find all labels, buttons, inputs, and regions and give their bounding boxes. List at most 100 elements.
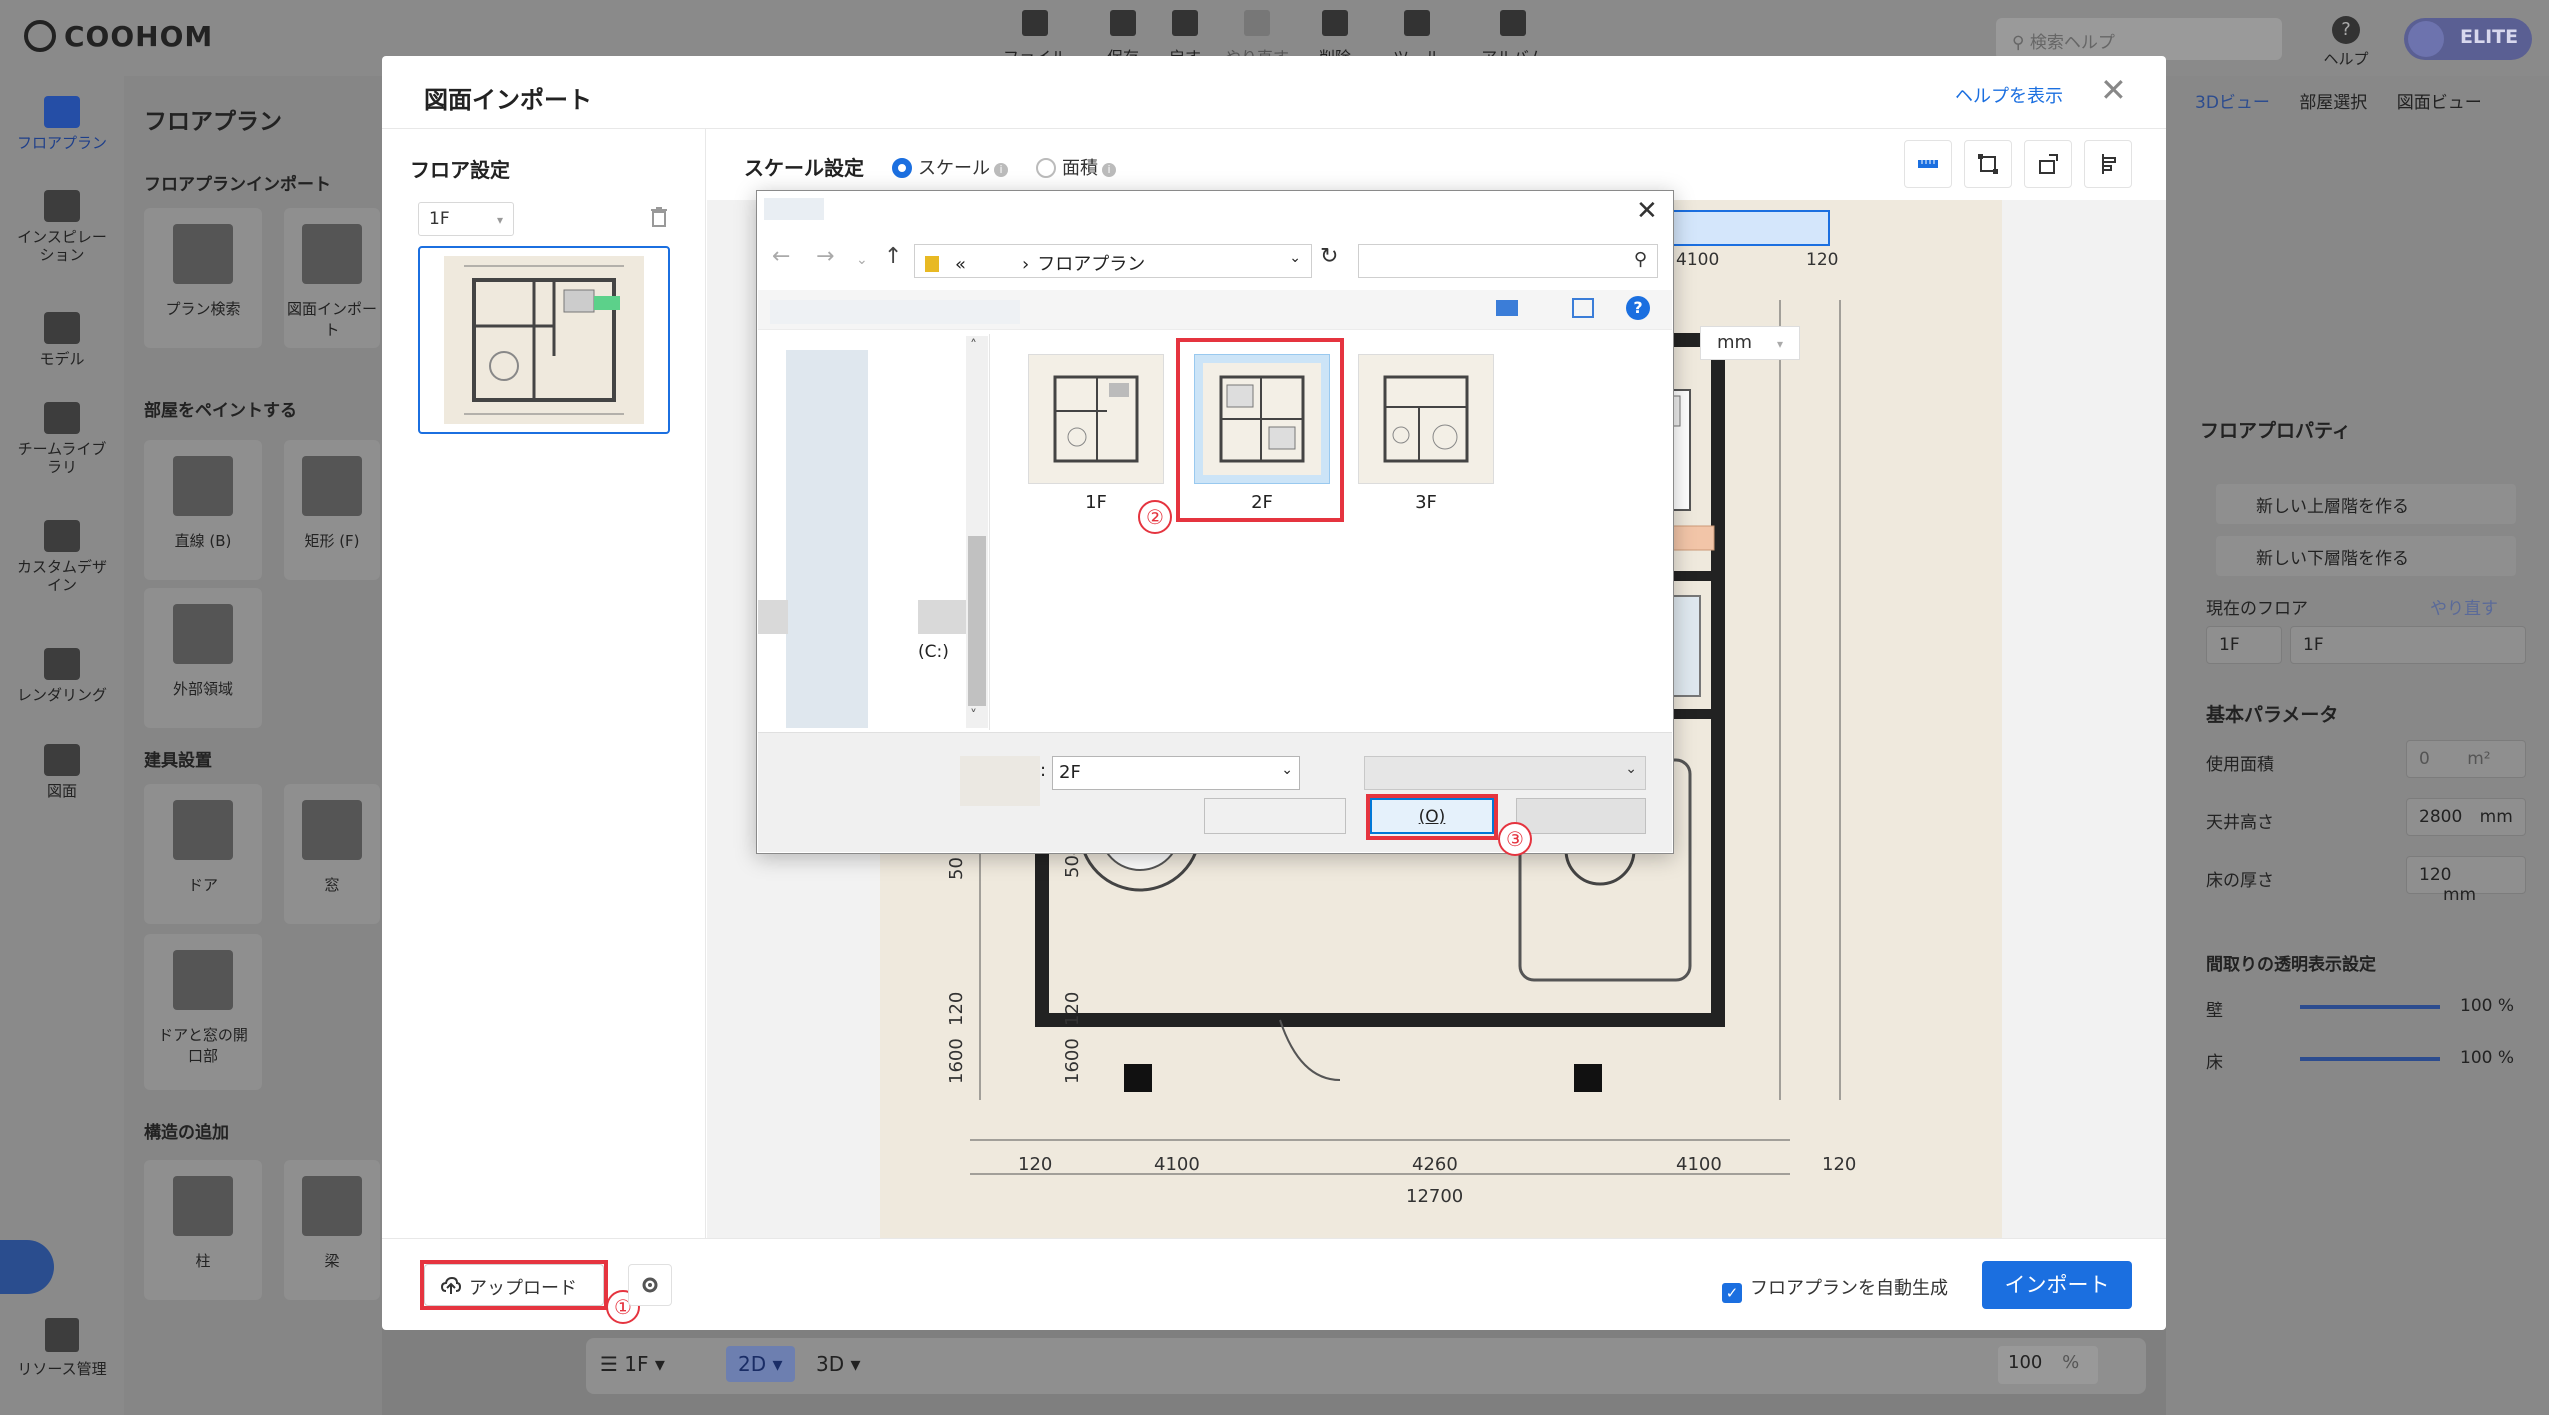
- file-search-input[interactable]: ⚲: [1358, 244, 1658, 278]
- album-icon: [1500, 10, 1526, 36]
- help-menu[interactable]: ? ヘルプ: [2316, 16, 2376, 69]
- radio-area[interactable]: 面積 i: [1036, 154, 1116, 180]
- up-arrow-icon[interactable]: ↑: [884, 244, 902, 269]
- zoom-input[interactable]: 100 %: [1998, 1346, 2098, 1384]
- preview-pane-icon[interactable]: [1572, 298, 1594, 318]
- close-icon[interactable]: ✕: [1636, 196, 1658, 226]
- path-folder[interactable]: フロアプラン: [1037, 254, 1145, 275]
- ruler-tool-button[interactable]: [1904, 140, 1952, 188]
- nav-custom-design[interactable]: カスタムデザイン: [0, 520, 124, 594]
- close-icon[interactable]: ✕: [2100, 74, 2127, 106]
- tile-opening[interactable]: ドアと窓の開口部: [144, 934, 262, 1090]
- ceiling-input[interactable]: 2800: [2419, 807, 2462, 827]
- help-link[interactable]: ヘルプを表示: [1955, 82, 2063, 108]
- unit-dropdown[interactable]: mm ▾: [1700, 326, 1800, 360]
- view-3d-button[interactable]: 3D ▾: [816, 1352, 861, 1376]
- tile-label: 図面インポート: [286, 300, 377, 339]
- view-options-icon[interactable]: [1496, 300, 1518, 316]
- forward-arrow-icon[interactable]: →: [816, 244, 834, 269]
- recent-dropdown-icon[interactable]: ⌄: [856, 252, 868, 268]
- trash-icon[interactable]: [650, 206, 668, 228]
- floor-thickness-input[interactable]: 120: [2419, 865, 2451, 885]
- floor-dropdown[interactable]: 1F ▾: [418, 202, 514, 236]
- view-label: 2D: [738, 1352, 767, 1376]
- tile-rect[interactable]: 矩形 (F): [284, 440, 380, 580]
- tile-line[interactable]: 直線 (B): [144, 440, 262, 580]
- file-item-1f[interactable]: 1F: [1028, 354, 1164, 513]
- annotation-box-2: [1176, 338, 1344, 522]
- back-arrow-icon[interactable]: ←: [772, 244, 790, 269]
- import-button[interactable]: インポート: [1982, 1261, 2132, 1309]
- file-type-dropdown[interactable]: ⌄: [1364, 756, 1646, 790]
- scroll-up-icon[interactable]: ˄: [970, 338, 977, 354]
- floor-name-input[interactable]: 1F: [2290, 626, 2526, 664]
- tools-button[interactable]: [1204, 798, 1346, 834]
- rotate-tool-button[interactable]: [2024, 140, 2072, 188]
- wall-value[interactable]: 100: [2460, 996, 2492, 1016]
- wall-slider[interactable]: [2300, 1005, 2440, 1009]
- tab-3d-view[interactable]: 3Dビュー: [2195, 93, 2270, 113]
- path-bar[interactable]: «› フロアプラン ⌄: [914, 244, 1312, 278]
- radio-scale[interactable]: スケール i: [892, 154, 1008, 180]
- scroll-down-icon[interactable]: ˅: [970, 708, 977, 724]
- filename-input[interactable]: 2F ⌄: [1052, 756, 1300, 790]
- help-icon[interactable]: ?: [1626, 296, 1650, 320]
- help-search-input[interactable]: ⚲ 検索ヘルプ: [1996, 18, 2282, 60]
- tile-door[interactable]: ドア: [144, 784, 262, 924]
- nav-inspiration[interactable]: インスピレーション: [0, 190, 124, 264]
- nav-resource-management[interactable]: リソース管理: [0, 1318, 124, 1379]
- tile-outer-area[interactable]: 外部領域: [144, 588, 262, 728]
- floor-select[interactable]: 1F: [2206, 626, 2282, 664]
- nav-team-library[interactable]: チームライブラリ: [0, 402, 124, 476]
- crop-tool-button[interactable]: [1964, 140, 2012, 188]
- nav-label: インスピレーション: [17, 228, 107, 264]
- tile-drawing-import[interactable]: 図面インポート: [284, 208, 380, 348]
- tile-label: ドアと窓の開口部: [158, 1026, 248, 1065]
- navigation-blurred: [786, 350, 868, 728]
- undo-icon: [1172, 10, 1198, 36]
- dim-left-50: 50: [946, 857, 967, 880]
- tile-beam[interactable]: 梁: [284, 1160, 380, 1300]
- cancel-button[interactable]: [1516, 798, 1646, 834]
- annotation-3: ③: [1498, 822, 1532, 856]
- outer-area-icon: [173, 604, 233, 664]
- scrollbar-thumb[interactable]: [968, 536, 986, 706]
- nav-rendering[interactable]: レンダリング: [0, 648, 124, 704]
- floor-thumbnail[interactable]: [418, 246, 670, 434]
- file-item-3f[interactable]: 3F: [1358, 354, 1494, 513]
- new-lower-floor-button[interactable]: 新しい下層階を作る: [2216, 536, 2516, 576]
- file-name: 3F: [1415, 492, 1437, 513]
- refresh-icon[interactable]: ↻: [1320, 244, 1338, 269]
- account-badge[interactable]: ELITE: [2404, 18, 2532, 60]
- scale-ruler[interactable]: [1670, 210, 1830, 246]
- auto-generate-checkbox[interactable]: ✓ フロアプランを自動生成: [1722, 1274, 1948, 1303]
- dim-bottom-4100b: 4100: [1676, 1154, 1722, 1175]
- drive-c-item[interactable]: (C:): [918, 642, 949, 662]
- rotate-icon: [2039, 154, 2058, 174]
- tile-window[interactable]: 窓: [284, 784, 380, 924]
- new-upper-floor-button[interactable]: 新しい上層階を作る: [2216, 484, 2516, 524]
- chat-icon[interactable]: [0, 1240, 54, 1294]
- align-tool-button[interactable]: [2084, 140, 2132, 188]
- organize-blurred: [770, 300, 1020, 324]
- nav-model[interactable]: モデル: [0, 312, 124, 368]
- tab-drawing-view[interactable]: 図面ビュー: [2397, 93, 2482, 113]
- view-2d-button[interactable]: 2D ▾: [726, 1346, 795, 1382]
- tab-room-select[interactable]: 部屋選択: [2299, 93, 2367, 113]
- floor-slider[interactable]: [2300, 1057, 2440, 1061]
- nav-floorplan[interactable]: フロアプラン: [0, 96, 124, 152]
- filename-value: 2F: [1059, 762, 1081, 783]
- avatar: [2408, 21, 2444, 57]
- area-input[interactable]: 0: [2419, 749, 2430, 769]
- nav-drawing[interactable]: 図面: [0, 744, 124, 800]
- tile-plan-search[interactable]: プラン検索: [144, 208, 262, 348]
- settings-button[interactable]: [628, 1264, 672, 1306]
- layers-button[interactable]: ☰ 1F ▾: [600, 1352, 665, 1376]
- tile-pillar[interactable]: 柱: [144, 1160, 262, 1300]
- gear-icon: [642, 1277, 658, 1293]
- floor-value[interactable]: 100: [2460, 1048, 2492, 1068]
- tile-label: 梁: [324, 1252, 340, 1270]
- redo-link[interactable]: やり直す: [2430, 594, 2498, 619]
- area-label: 使用面積: [2206, 755, 2274, 775]
- dim-bottom-120a: 120: [1018, 1154, 1053, 1175]
